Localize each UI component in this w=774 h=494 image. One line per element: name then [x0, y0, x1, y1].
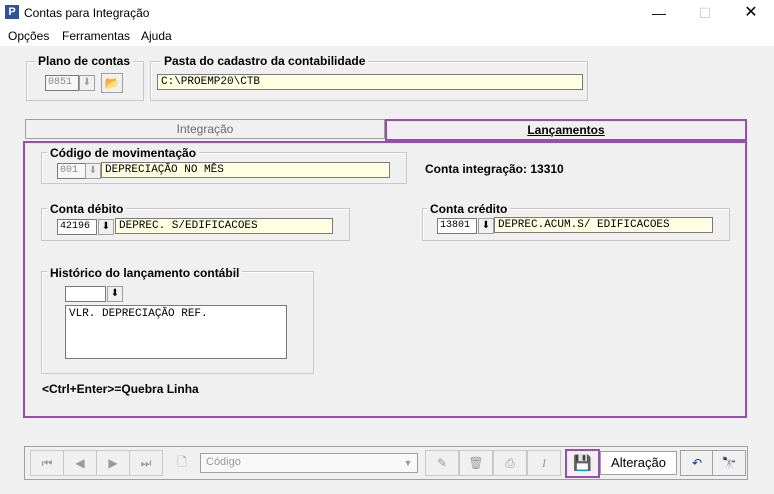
mode-status: Alteração: [600, 451, 677, 475]
historico-label: Histórico do lançamento contábil: [47, 266, 243, 280]
italic-icon[interactable]: I: [527, 450, 561, 476]
plano-code-field[interactable]: 0851: [45, 75, 79, 91]
credito-desc-field[interactable]: DEPREC.ACUM.S/ EDIFICACOES: [494, 217, 713, 233]
prev-record-icon[interactable]: ◀: [63, 450, 97, 476]
codigo-mov-download-icon: ⬇: [85, 163, 101, 179]
folder-open-icon[interactable]: 📂: [101, 73, 123, 93]
print-icon[interactable]: ⎙: [493, 450, 527, 476]
maximize-icon: ☐: [698, 5, 712, 21]
codigo-mov-code-field[interactable]: 001: [57, 163, 86, 179]
credito-code-field[interactable]: 13801: [437, 218, 477, 234]
debito-desc-field[interactable]: DEPREC. S/EDIFICACOES: [115, 218, 333, 234]
plano-label: Plano de contas: [35, 54, 134, 68]
debito-code-field[interactable]: 42196: [57, 219, 97, 235]
last-record-icon[interactable]: ⏭: [129, 450, 163, 476]
app-icon: P: [5, 5, 19, 19]
binoculars-icon[interactable]: 🔭: [712, 450, 746, 476]
credito-label: Conta crédito: [427, 202, 511, 216]
chevron-down-icon[interactable]: ▼: [401, 455, 415, 471]
first-record-icon[interactable]: ⏮: [30, 450, 64, 476]
historico-download-icon[interactable]: ⬇: [107, 286, 123, 302]
historico-textarea[interactable]: VLR. DEPRECIAÇÃO REF.: [65, 305, 287, 359]
codigo-mov-desc-field[interactable]: DEPRECIAÇÃO NO MÊS: [101, 162, 390, 178]
search-combo[interactable]: Código ▼: [200, 453, 418, 473]
plano-download-icon: ⬇: [79, 75, 95, 91]
credito-download-icon[interactable]: ⬇: [478, 218, 494, 234]
new-document-icon[interactable]: 🗋: [172, 452, 192, 472]
historico-code-field[interactable]: [65, 286, 106, 302]
undo-icon[interactable]: ↶: [680, 450, 714, 476]
codigo-mov-label: Código de movimentação: [47, 146, 200, 160]
edit-document-icon[interactable]: ✎: [425, 450, 459, 476]
menu-ajuda[interactable]: Ajuda: [141, 29, 172, 43]
conta-integracao-text: Conta integração: 13310: [425, 162, 564, 176]
menu-ferramentas[interactable]: Ferramentas: [62, 29, 130, 43]
window-title: Contas para Integração: [24, 6, 150, 20]
delete-icon[interactable]: 🗑: [459, 450, 493, 476]
menu-opcoes[interactable]: Opções: [8, 29, 49, 43]
save-icon[interactable]: 💾: [565, 449, 600, 478]
quebra-linha-hint: <Ctrl+Enter>=Quebra Linha: [42, 382, 199, 396]
tab-integracao[interactable]: Integração: [25, 119, 385, 139]
tab-lancamentos[interactable]: Lançamentos: [385, 119, 747, 141]
pasta-label: Pasta do cadastro da contabilidade: [161, 54, 369, 68]
next-record-icon[interactable]: ▶: [96, 450, 130, 476]
minimize-icon[interactable]: —: [636, 0, 682, 26]
pasta-field[interactable]: C:\PROEMP20\CTB: [157, 74, 583, 90]
debito-label: Conta débito: [47, 202, 127, 216]
search-placeholder: Código: [206, 456, 241, 468]
close-icon[interactable]: ✕: [728, 0, 774, 26]
debito-download-icon[interactable]: ⬇: [98, 219, 114, 235]
